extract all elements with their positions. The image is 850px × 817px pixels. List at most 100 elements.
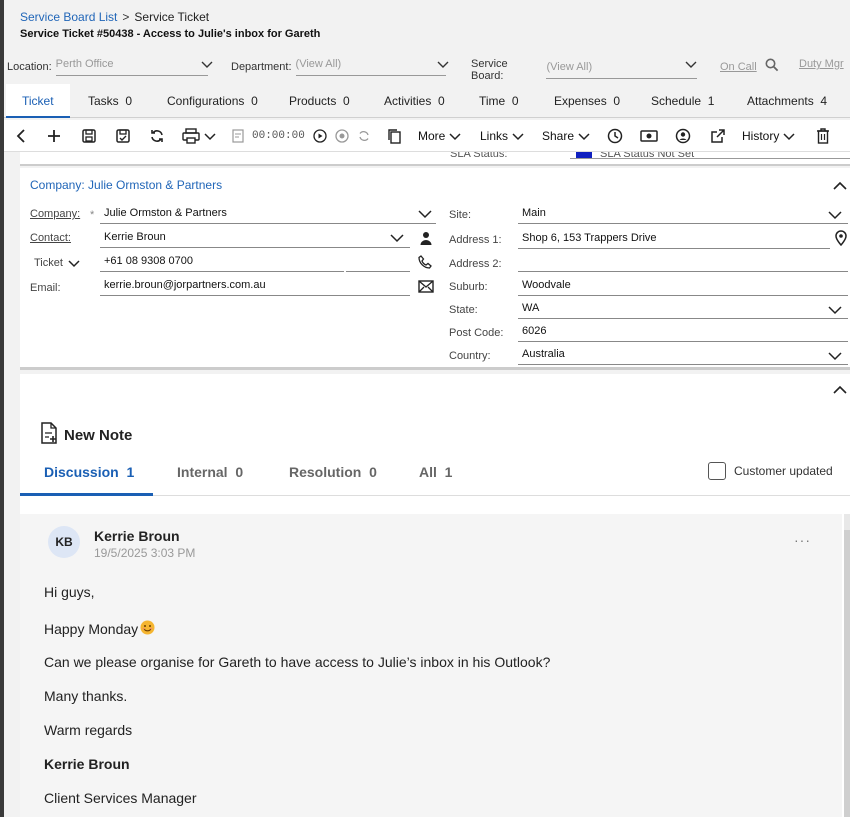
- note-line: Warm regards: [44, 722, 133, 738]
- customer-updated-checkbox[interactable]: [708, 462, 726, 480]
- tab-time[interactable]: Time 0: [479, 84, 519, 118]
- suburb-field[interactable]: Woodvale: [518, 278, 848, 296]
- chevron-down-icon: [437, 58, 449, 73]
- chevron-down-icon[interactable]: [418, 208, 432, 223]
- address2-field[interactable]: [518, 254, 848, 272]
- timer-note-icon[interactable]: [232, 129, 244, 143]
- avatar: KB: [48, 526, 80, 558]
- contact-label[interactable]: Contact:: [30, 232, 71, 244]
- more-options-icon[interactable]: ···: [794, 532, 811, 548]
- phone-type-select[interactable]: Ticket: [34, 257, 63, 269]
- tab-attachments-label: Attachments: [747, 94, 814, 108]
- chevron-up-icon[interactable]: [832, 382, 848, 398]
- save-and-close-icon[interactable]: [115, 126, 131, 146]
- add-icon[interactable]: [47, 126, 61, 146]
- save-icon[interactable]: [81, 126, 97, 146]
- email-label: Email:: [30, 282, 61, 294]
- new-note-button[interactable]: New Note: [40, 422, 132, 448]
- reset-timer-icon[interactable]: [357, 129, 371, 143]
- on-call-link[interactable]: On Call: [720, 58, 779, 75]
- tab-schedule[interactable]: Schedule 1: [651, 84, 714, 118]
- company-field[interactable]: Julie Ormston & Partners: [100, 206, 436, 224]
- clock-icon[interactable]: [607, 126, 623, 146]
- site-label: Site:: [449, 209, 472, 221]
- company-panel: Company: Julie Ormston & Partners Compan…: [20, 168, 850, 370]
- address1-field[interactable]: Shop 6, 153 Trappers Drive: [518, 231, 830, 249]
- location-select[interactable]: Perth Office: [55, 58, 208, 76]
- phone-extension-field[interactable]: [346, 254, 410, 272]
- chevron-down-icon[interactable]: [390, 232, 404, 247]
- tab-ticket-label: Ticket: [22, 94, 54, 108]
- note-line: Hi guys,: [44, 584, 95, 600]
- breadcrumb-service-board-list[interactable]: Service Board List: [20, 10, 117, 24]
- chevron-down-icon[interactable]: [828, 304, 842, 319]
- chevron-up-icon[interactable]: [832, 178, 848, 194]
- service-board-select[interactable]: (View All): [546, 61, 697, 79]
- contact-icon[interactable]: [675, 126, 691, 146]
- back-icon[interactable]: [14, 126, 28, 146]
- play-icon[interactable]: [313, 129, 327, 143]
- site-field[interactable]: Main: [518, 206, 848, 224]
- scrollbar-thumb[interactable]: [844, 530, 850, 817]
- chevron-down-icon[interactable]: [68, 258, 80, 272]
- tab-ticket[interactable]: Ticket: [6, 84, 70, 118]
- chevron-down-icon: [201, 58, 213, 73]
- trash-icon[interactable]: [816, 126, 830, 146]
- country-label: Country:: [449, 350, 491, 362]
- tab-internal[interactable]: Internal 0: [177, 464, 243, 480]
- department-select[interactable]: (View All): [295, 58, 446, 76]
- stop-icon[interactable]: [335, 129, 349, 143]
- chevron-down-icon[interactable]: [828, 209, 842, 224]
- refresh-icon[interactable]: [149, 126, 165, 146]
- copy-icon[interactable]: [386, 126, 402, 146]
- tab-discussion-count: 1: [126, 464, 135, 480]
- department-filter[interactable]: Department: (View All): [231, 58, 449, 76]
- customer-updated-toggle[interactable]: Customer updated: [708, 462, 833, 480]
- page-title: Service Ticket #50438 - Access to Julie'…: [20, 28, 321, 40]
- phone-icon[interactable]: [418, 255, 432, 272]
- notes-scrollbar[interactable]: [844, 514, 850, 817]
- tab-products[interactable]: Products 0: [289, 84, 350, 118]
- chevron-down-icon: [449, 130, 461, 142]
- tab-attachments[interactable]: Attachments 4: [747, 84, 827, 118]
- print-menu[interactable]: [182, 126, 216, 146]
- phone-field[interactable]: +61 08 9308 0700: [100, 254, 344, 272]
- tab-configurations[interactable]: Configurations 0: [167, 84, 258, 118]
- tab-all[interactable]: All 1: [419, 464, 452, 480]
- duty-manager-label[interactable]: Duty Mgr: [799, 58, 844, 70]
- tab-tasks-label: Tasks: [88, 94, 119, 108]
- chevron-down-icon[interactable]: [828, 350, 842, 365]
- envelope-icon[interactable]: [418, 280, 434, 296]
- tab-all-label: All: [419, 464, 437, 480]
- links-menu[interactable]: Links: [480, 126, 524, 146]
- tab-expenses[interactable]: Expenses 0: [554, 84, 620, 118]
- location-filter[interactable]: Location: Perth Office: [7, 58, 213, 76]
- chevron-down-icon: [512, 130, 524, 142]
- printer-icon: [182, 128, 200, 144]
- new-note-label: New Note: [64, 426, 133, 444]
- history-menu[interactable]: History: [742, 126, 795, 146]
- open-external-icon[interactable]: [710, 126, 726, 146]
- search-icon[interactable]: [765, 58, 779, 75]
- on-call-label[interactable]: On Call: [720, 61, 757, 73]
- contact-field[interactable]: Kerrie Broun: [100, 230, 410, 248]
- map-pin-icon[interactable]: [834, 230, 848, 249]
- country-field[interactable]: Australia: [518, 347, 848, 365]
- tab-discussion[interactable]: Discussion 1: [44, 464, 134, 480]
- more-menu[interactable]: More: [418, 126, 461, 146]
- service-board-filter[interactable]: Service Board: (View All): [471, 58, 697, 82]
- tab-tasks[interactable]: Tasks 0: [88, 84, 132, 118]
- state-field[interactable]: WA: [518, 301, 848, 319]
- person-icon[interactable]: [420, 231, 432, 248]
- expense-icon[interactable]: [640, 126, 658, 146]
- tab-resolution[interactable]: Resolution 0: [289, 464, 377, 480]
- tab-activities[interactable]: Activities 0: [384, 84, 445, 118]
- email-field[interactable]: kerrie.broun@jorpartners.com.au: [100, 278, 410, 296]
- page-header: Service Board List > Service Ticket Servic…: [4, 0, 850, 56]
- company-label[interactable]: Company:: [30, 208, 80, 220]
- postcode-field[interactable]: 6026: [518, 324, 848, 342]
- suburb-label: Suburb:: [449, 281, 488, 293]
- address2-label: Address 2:: [449, 258, 502, 270]
- duty-manager-link[interactable]: Duty Mgr: [799, 58, 844, 70]
- share-menu[interactable]: Share: [542, 126, 590, 146]
